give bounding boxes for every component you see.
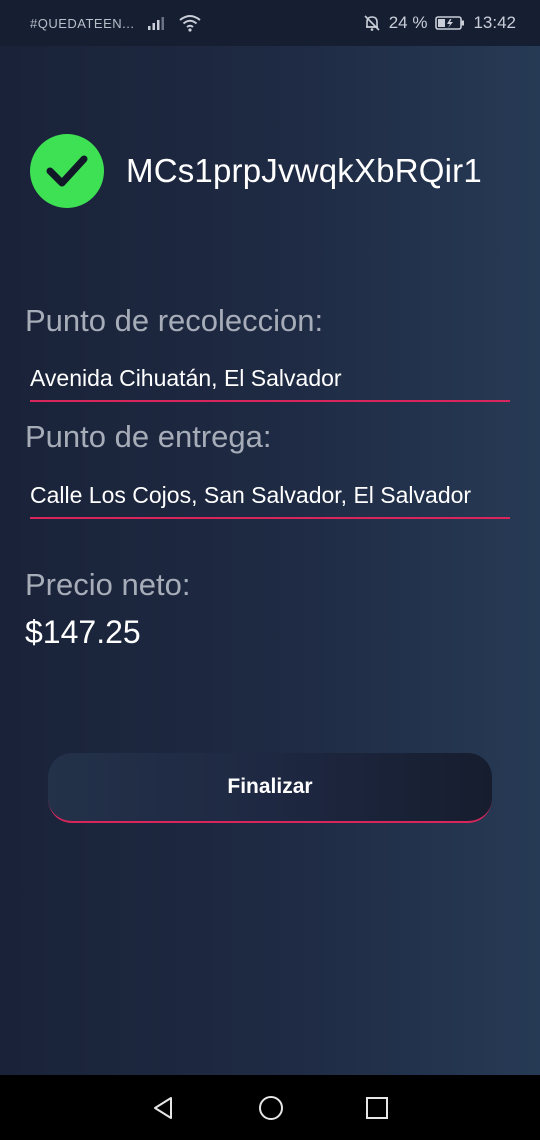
pickup-label: Punto de recoleccion: — [25, 303, 324, 338]
mute-bell-icon — [363, 14, 381, 32]
delivery-field[interactable]: Calle Los Cojos, San Salvador, El Salvad… — [30, 479, 510, 519]
navigation-bar — [0, 1075, 540, 1140]
status-left: #QUEDATEEN... — [30, 14, 201, 32]
finish-button-label: Finalizar — [227, 775, 313, 798]
order-id: MCs1prpJvwqkXbRQir1 — [126, 152, 482, 189]
signal-icon — [147, 15, 167, 31]
status-right: 24 % 13:42 — [363, 13, 516, 33]
clock: 13:42 — [473, 13, 516, 32]
back-icon[interactable] — [151, 1095, 177, 1121]
price-value: $147.25 — [25, 614, 141, 650]
delivery-label: Punto de entrega: — [25, 419, 272, 454]
carrier-name: #QUEDATEEN... — [30, 15, 135, 31]
order-header: MCs1prpJvwqkXbRQir1 — [30, 133, 482, 209]
status-bar: #QUEDATEEN... 24 % 13:42 — [0, 0, 540, 46]
battery-percent: 24 % — [388, 13, 428, 32]
finish-button[interactable]: Finalizar — [48, 753, 492, 823]
wifi-icon — [178, 14, 201, 32]
check-circle-icon — [30, 134, 104, 208]
home-icon[interactable] — [257, 1094, 285, 1122]
price-label: Precio neto: — [25, 567, 191, 602]
battery-icon — [435, 15, 465, 31]
pickup-field[interactable]: Avenida Cihuatán, El Salvador — [30, 362, 510, 402]
recents-icon[interactable] — [365, 1096, 389, 1120]
